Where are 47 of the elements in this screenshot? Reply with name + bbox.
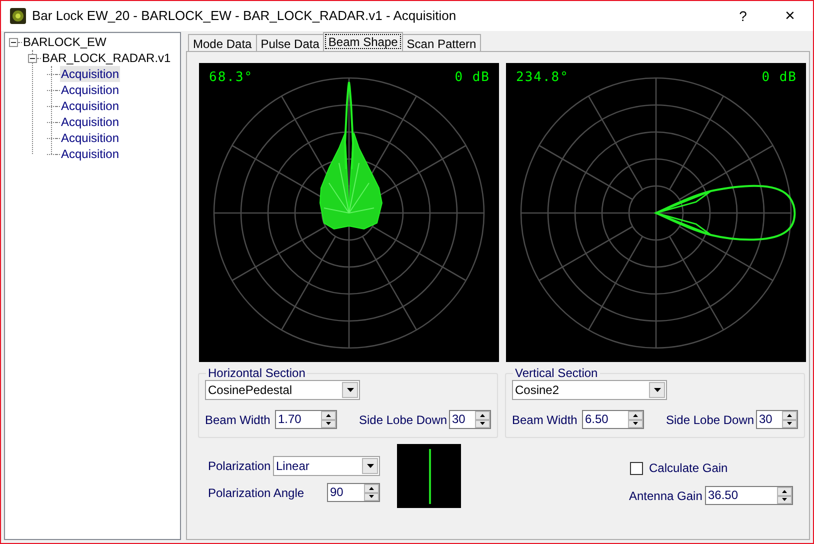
dropdown-value: Linear	[275, 458, 310, 475]
pattern-dropdown[interactable]: CosinePedestal	[205, 380, 360, 400]
spin-value: 6.50	[584, 411, 610, 428]
tree-item[interactable]: Acquisition	[60, 66, 120, 82]
beam-width-spinner[interactable]: 6.50	[582, 410, 644, 429]
section-title: Horizontal Section	[207, 366, 306, 380]
checkbox-label: Calculate Gain	[649, 460, 728, 477]
tab[interactable]: Scan Pattern	[402, 34, 482, 51]
angle-readout: 68.3°	[209, 71, 254, 85]
window-title: Bar Lock EW_20 - BARLOCK_EW - BAR_LOCK_RADAR.v1 - Acquisition	[32, 7, 456, 26]
field-label: Side Lobe Down	[666, 412, 756, 428]
spin-value: 30	[451, 411, 466, 428]
field-label: Side Lobe Down	[359, 412, 448, 428]
tab[interactable]: Pulse Data	[256, 34, 324, 51]
pattern-dropdown[interactable]: Cosine2	[512, 380, 667, 400]
tree-item[interactable]: Acquisition	[60, 82, 120, 98]
field-label: Beam Width	[205, 412, 272, 428]
tab[interactable]: Beam Shape	[323, 32, 403, 51]
spin-value: 90	[329, 484, 344, 501]
field-label: Polarization Angle	[208, 484, 306, 502]
field-label: Beam Width	[512, 412, 578, 428]
tree-item[interactable]: Acquisition	[60, 130, 120, 146]
tree-item[interactable]: BARLOCK_EW	[22, 34, 108, 50]
field-label: Polarization	[208, 458, 272, 475]
spin-value: 1.70	[277, 411, 302, 428]
side-lobe-spinner[interactable]: 30	[756, 410, 798, 429]
gain-readout: 0 dB	[762, 71, 797, 85]
section-title: Vertical Section	[514, 366, 599, 380]
tree-item[interactable]: BAR_LOCK_RADAR.v1	[41, 50, 172, 66]
help-button[interactable]: ?	[720, 1, 766, 31]
field-label: Antenna Gain	[629, 488, 704, 504]
gain-readout: 0 dB	[454, 71, 490, 85]
dropdown-value: Cosine2	[514, 382, 560, 399]
tree-item[interactable]: Acquisition	[60, 146, 120, 162]
tab[interactable]: Mode Data	[188, 34, 257, 51]
polarization-dropdown[interactable]: Linear	[273, 456, 380, 476]
side-lobe-spinner[interactable]: 30	[449, 410, 491, 429]
polarization-angle-spinner[interactable]: 90	[327, 483, 380, 502]
close-button[interactable]: ×	[767, 1, 813, 31]
spin-value: 36.50	[707, 487, 740, 504]
beam-width-spinner[interactable]: 1.70	[275, 410, 337, 429]
spin-value: 30	[758, 411, 774, 428]
angle-readout: 234.8°	[516, 71, 569, 85]
antenna-gain-spinner[interactable]: 36.50	[705, 486, 793, 505]
tree-item[interactable]: Acquisition	[60, 114, 120, 130]
dropdown-value: CosinePedestal	[207, 382, 294, 399]
tree-item[interactable]: Acquisition	[60, 98, 120, 114]
